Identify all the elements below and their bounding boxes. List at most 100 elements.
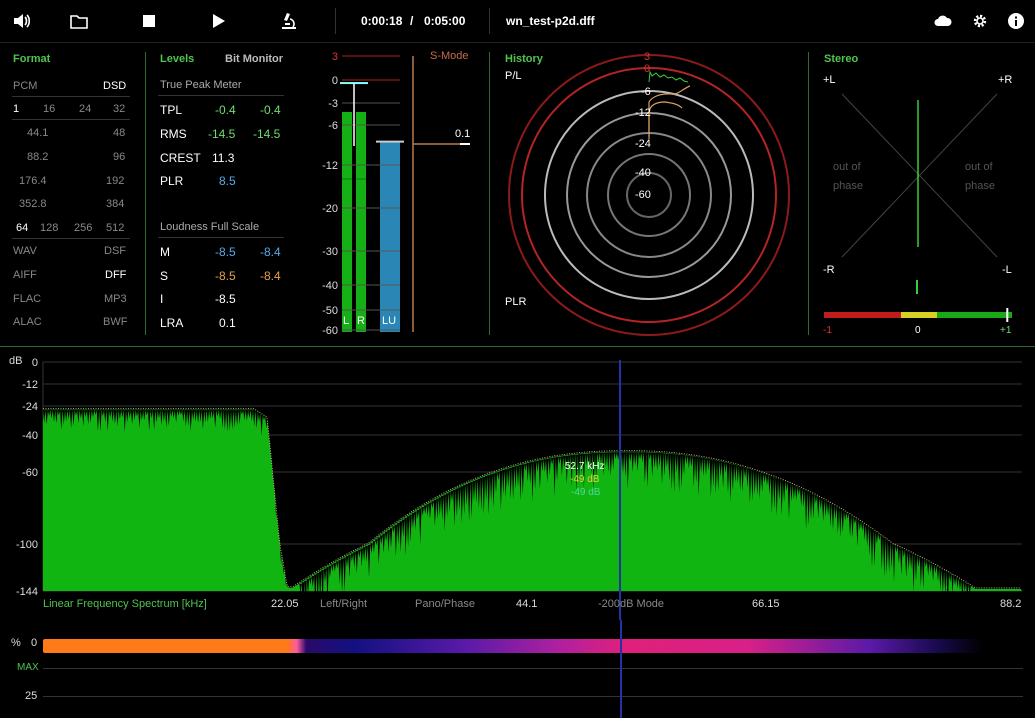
gear-icon[interactable]: [968, 9, 992, 33]
spectrum-x-title: Linear Frequency Spectrum [kHz]: [43, 598, 207, 610]
divider: [12, 238, 130, 239]
meter-tick-label: 3: [332, 51, 338, 63]
meter-label-left: L: [343, 315, 350, 327]
container-dsf: DSF: [104, 245, 126, 257]
format-title: Format: [13, 53, 51, 65]
panel-separator: [489, 52, 490, 335]
format-pcm: PCM: [13, 80, 38, 92]
toolbar: 0:00:18 / 0:05:00 wn_test-p2d.dff: [0, 0, 1035, 43]
container-wav: WAV: [13, 245, 37, 257]
dsd-512: 512: [106, 222, 125, 234]
ring-label-6: -6: [641, 86, 651, 98]
stop-icon[interactable]: [137, 9, 161, 33]
m-label: M: [160, 245, 170, 259]
rate-pcm-3: 176.4: [19, 175, 47, 187]
divider: [158, 95, 284, 96]
spectrum-y-tick: -12: [22, 379, 38, 391]
spectrum-y-tick: 0: [32, 357, 38, 369]
mode-200db[interactable]: -200dB Mode: [598, 598, 664, 610]
spectrum-y-tick: -40: [22, 430, 38, 442]
toolbar-divider: [335, 8, 336, 34]
meter-tick-label: -20: [322, 203, 338, 215]
pct-label: %: [11, 637, 21, 649]
dsd-128: 128: [40, 222, 59, 234]
format-dsd: DSD: [103, 80, 127, 92]
history-trace-pl: [648, 70, 689, 83]
panel-separator: [808, 52, 809, 335]
bit-monitor-tab[interactable]: Bit Monitor: [225, 53, 283, 65]
meter-tick-label: -12: [322, 160, 338, 172]
divider: [12, 96, 130, 97]
cloud-icon[interactable]: [931, 9, 955, 33]
meter-tick-label: -6: [328, 120, 338, 132]
rate-dsd-2: 96: [113, 151, 126, 163]
spectrum-y-tick: -144: [16, 586, 38, 598]
s-mode-label[interactable]: S-Mode: [430, 50, 469, 62]
crest-value: 11.3: [212, 151, 235, 165]
i-value: -8.5: [215, 292, 236, 306]
grid-line: [43, 696, 1023, 697]
max-label: MAX: [17, 662, 39, 673]
tpl-right: -0.4: [260, 103, 281, 117]
mode-left-right[interactable]: Left/Right: [320, 598, 367, 610]
x-tick-22: 22.05: [271, 598, 299, 610]
bits-1: 1: [13, 103, 20, 115]
container-mp3: MP3: [104, 293, 127, 305]
tpl-label: TPL: [160, 103, 183, 117]
pct-zero: 0: [31, 637, 38, 649]
meter-tick-label: 0: [332, 75, 338, 87]
cursor-db-1: -49 dB: [570, 474, 600, 485]
mode-pano-phase[interactable]: Pano/Phase: [415, 598, 475, 610]
info-icon[interactable]: [1004, 9, 1028, 33]
meter-bar-left: [342, 112, 352, 332]
dsd-256: 256: [74, 222, 93, 234]
rms-label: RMS: [160, 127, 187, 141]
meter-label-lu: LU: [382, 315, 397, 327]
spectrum-fill: [43, 409, 1022, 591]
cursor-frequency: 52.7 kHz: [565, 461, 605, 472]
meter-tick-label: -60: [322, 325, 338, 337]
levels-title[interactable]: Levels: [160, 53, 194, 65]
divider: [158, 237, 284, 238]
s-label: S: [160, 269, 169, 283]
grid-line: [43, 668, 1023, 669]
crest-label: CREST: [160, 151, 201, 165]
x-tick-88: 88.2: [1000, 598, 1022, 610]
section-divider: [0, 346, 1035, 347]
corr-plus: +1: [1000, 325, 1012, 336]
goniometer: [824, 93, 1012, 322]
pct-25: 25: [25, 690, 38, 702]
folder-icon[interactable]: [67, 9, 91, 33]
correlation-marker: [1006, 308, 1009, 322]
level-meter: 3 0 -3 -6 -12 -20 -30 -40 -50 -60: [322, 51, 470, 337]
meter-tick-label: -3: [328, 98, 338, 110]
microscope-icon[interactable]: [277, 9, 301, 33]
corr-zero: 0: [915, 325, 921, 336]
ring-label-24: -24: [635, 138, 651, 150]
rate-dsd-3: 192: [106, 175, 125, 187]
s-mode-value: 0.1: [455, 128, 471, 140]
container-aiff: AIFF: [13, 269, 37, 281]
lra-label: LRA: [160, 316, 184, 330]
container-bwf: BWF: [103, 316, 128, 328]
time-total: 0:05:00: [424, 14, 466, 28]
rate-pcm-1: 44.1: [27, 127, 49, 139]
time-current: 0:00:18: [361, 14, 403, 28]
tpl-left: -0.4: [215, 103, 236, 117]
history-trace-plr: [648, 85, 691, 136]
x-tick-66: 66.15: [752, 598, 780, 610]
spectrogram-strip: [43, 639, 983, 653]
i-label: I: [160, 292, 164, 306]
container-flac: FLAC: [13, 293, 42, 305]
rate-dsd-4: 384: [106, 198, 125, 210]
play-icon[interactable]: [207, 9, 231, 33]
bits-32: 32: [113, 103, 126, 115]
meter-tick-label: -50: [322, 305, 338, 317]
meter-label-right: R: [357, 315, 365, 327]
volume-icon[interactable]: [10, 9, 34, 33]
correlation-mid: [901, 312, 937, 318]
toolbar-divider: [489, 8, 490, 34]
correlation-positive: [937, 312, 1012, 318]
ring-label-40: -40: [635, 167, 651, 179]
m-value-b: -8.4: [260, 245, 281, 259]
